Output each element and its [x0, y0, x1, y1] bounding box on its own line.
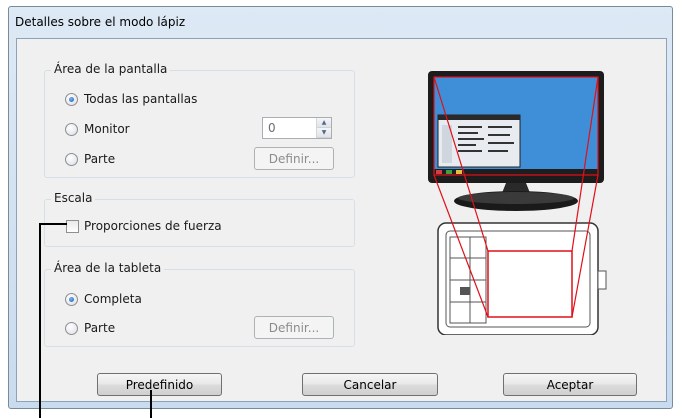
radio-screen-part[interactable]: Parte: [65, 150, 115, 168]
radio-all-screens[interactable]: Todas las pantallas: [65, 90, 197, 108]
radio-monitor-label: Monitor: [84, 122, 130, 136]
screen-area-title: Área de la pantalla: [51, 62, 171, 76]
cancel-button[interactable]: Cancelar: [302, 373, 438, 396]
radio-all-screens-label: Todas las pantallas: [84, 92, 198, 106]
radio-tablet-part-control[interactable]: [65, 321, 78, 335]
radio-tablet-full-control[interactable]: [65, 292, 78, 306]
force-proportions-checkbox[interactable]: Proporciones de fuerza: [66, 217, 222, 235]
tablet-area-title: Área de la tableta: [51, 261, 165, 275]
stepper-up-icon[interactable]: ▲: [317, 118, 331, 128]
scale-title: Escala: [51, 191, 96, 205]
monitor-number-stepper[interactable]: 0 ▲ ▼: [262, 117, 332, 139]
screen-define-button[interactable]: Definir...: [254, 147, 334, 170]
mapping-illustration: [428, 71, 607, 335]
dialog-client-area: Área de la pantalla Todas las pantallas …: [16, 38, 667, 402]
callout-line-vertical-left: [39, 224, 41, 418]
pen-mode-details-dialog: Detalles sobre el modo lápiz Área de la …: [8, 6, 673, 409]
scale-group: Escala Proporciones de fuerza: [44, 191, 355, 247]
default-button[interactable]: Predefinido: [97, 373, 222, 396]
callout-line-horizontal: [39, 223, 67, 225]
dialog-title: Detalles sobre el modo lápiz: [15, 15, 186, 29]
accept-button[interactable]: Aceptar: [503, 373, 637, 396]
radio-tablet-full-label: Completa: [84, 292, 142, 306]
tablet-icon: [437, 222, 607, 335]
radio-tablet-part-label: Parte: [84, 321, 116, 335]
tablet-area-group: Área de la tableta Completa Parte Defini…: [44, 261, 355, 347]
stepper-down-icon[interactable]: ▼: [317, 128, 331, 138]
radio-tablet-part[interactable]: Parte: [65, 319, 115, 337]
radio-all-screens-control[interactable]: [65, 92, 78, 106]
radio-monitor[interactable]: Monitor: [65, 120, 130, 138]
stepper-arrows: ▲ ▼: [316, 118, 331, 138]
radio-monitor-control[interactable]: [65, 122, 78, 136]
force-proportions-label: Proporciones de fuerza: [84, 219, 222, 233]
radio-screen-part-label: Parte: [84, 152, 116, 166]
monitor-number-value[interactable]: 0: [263, 121, 316, 135]
screen-area-group: Área de la pantalla Todas las pantallas …: [44, 62, 355, 178]
force-proportions-box[interactable]: [66, 219, 79, 233]
callout-line-vertical-right: [150, 390, 152, 418]
radio-screen-part-control[interactable]: [65, 152, 78, 166]
radio-tablet-full[interactable]: Completa: [65, 290, 142, 308]
tablet-define-button[interactable]: Definir...: [254, 316, 334, 339]
